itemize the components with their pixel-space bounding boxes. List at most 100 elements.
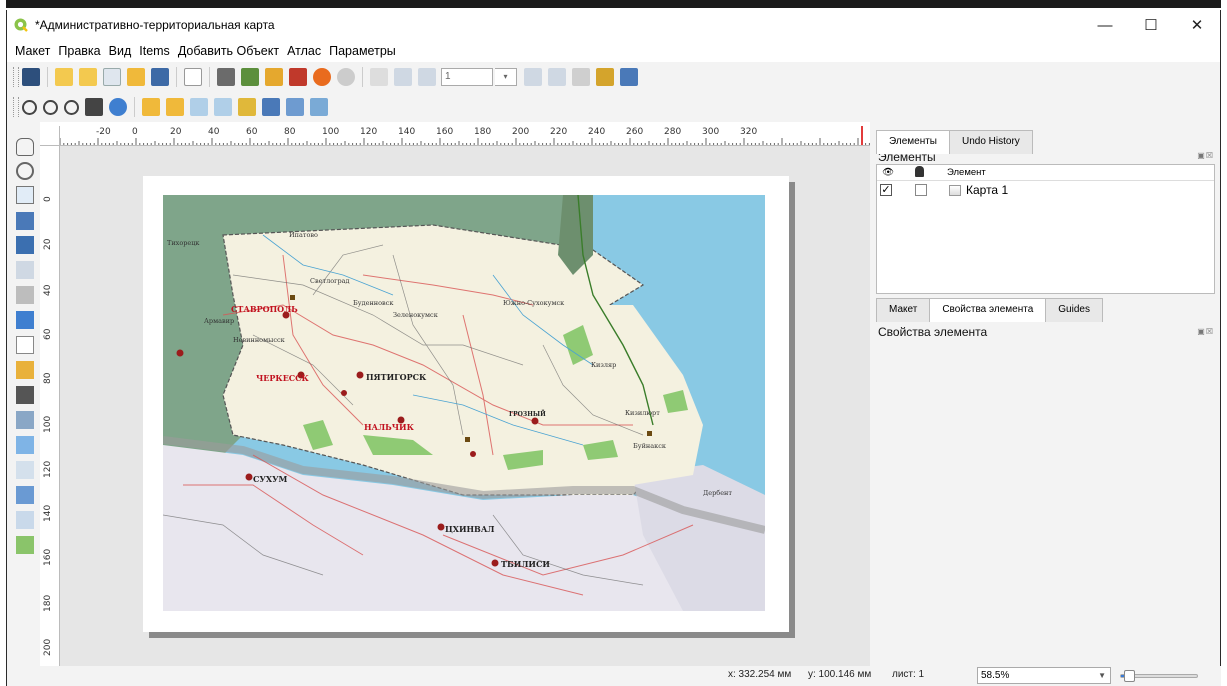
add-shape-icon[interactable] bbox=[16, 436, 34, 454]
duplicate-layout-icon[interactable] bbox=[79, 68, 97, 86]
properties-tabs: Макет Свойства элемента Guides bbox=[876, 298, 1103, 322]
tab-guides[interactable]: Guides bbox=[1045, 298, 1103, 322]
next-feature-icon[interactable] bbox=[524, 68, 542, 86]
map-label-tskhinval: ЦХИНВАЛ bbox=[445, 524, 494, 534]
layout-manager-icon[interactable] bbox=[103, 68, 121, 86]
align-center-icon[interactable] bbox=[214, 98, 232, 116]
resize-icon[interactable] bbox=[286, 98, 304, 116]
add-map-icon[interactable] bbox=[16, 261, 34, 279]
export-pdf-icon[interactable] bbox=[289, 68, 307, 86]
zoom-actual-icon[interactable] bbox=[64, 99, 79, 115]
menu-edit[interactable]: Правка bbox=[58, 44, 100, 58]
previous-feature-icon[interactable] bbox=[418, 68, 436, 86]
refresh-icon[interactable] bbox=[109, 98, 127, 116]
atlas-page-input[interactable]: 1 bbox=[441, 68, 493, 86]
map-label-stavropol: СТАВРОПОЛЬ bbox=[231, 304, 298, 314]
align-left-icon[interactable] bbox=[190, 98, 208, 116]
zoom-tool-icon[interactable] bbox=[16, 162, 34, 180]
align-top-icon[interactable] bbox=[238, 98, 256, 116]
add-polygon-icon[interactable] bbox=[16, 486, 34, 504]
title-bar: *Административно-территориальная карта —… bbox=[6, 10, 1221, 40]
new-layout-icon[interactable] bbox=[55, 68, 73, 86]
cursor-marker bbox=[861, 126, 863, 145]
chevron-down-icon[interactable]: ▼ bbox=[1098, 668, 1106, 683]
close-button[interactable]: ✕ bbox=[1174, 10, 1220, 40]
add-3d-map-icon[interactable] bbox=[16, 286, 34, 304]
zoom-full-icon[interactable] bbox=[85, 98, 103, 116]
atlas-settings-icon[interactable] bbox=[620, 68, 638, 86]
map-image: СТАВРОПОЛЬ ЧЕРКЕССК ПЯТИГОРСК НАЛЬЧИК ГР… bbox=[163, 195, 765, 611]
export-svg-icon[interactable] bbox=[265, 68, 283, 86]
menu-settings[interactable]: Параметры bbox=[329, 44, 396, 58]
layout-toolbar: 1 ▾ bbox=[6, 62, 1221, 92]
maximize-button[interactable]: ☐ bbox=[1128, 10, 1174, 40]
undo-icon[interactable] bbox=[313, 68, 331, 86]
group-icon[interactable] bbox=[310, 98, 328, 116]
cursor-x: x: 332.254 мм bbox=[728, 669, 792, 680]
menu-atlas[interactable]: Атлас bbox=[287, 44, 321, 58]
map-item-icon bbox=[949, 185, 961, 196]
raise-items-icon[interactable] bbox=[142, 98, 160, 116]
menu-view[interactable]: Вид bbox=[109, 44, 132, 58]
menu-layout[interactable]: Макет bbox=[15, 44, 50, 58]
pan-icon[interactable] bbox=[16, 138, 34, 156]
page-indicator: лист: 1 bbox=[892, 669, 925, 680]
zoom-out-icon[interactable] bbox=[43, 99, 58, 115]
select-move-icon[interactable] bbox=[16, 186, 34, 204]
last-feature-icon[interactable] bbox=[548, 68, 566, 86]
map-label-ipatovo: Ипатово bbox=[289, 231, 318, 239]
map-label-nevinnomyssk: Невинномысск bbox=[233, 336, 285, 344]
dock-controls-icon[interactable]: ▣☒ bbox=[1197, 327, 1214, 336]
map-item[interactable]: СТАВРОПОЛЬ ЧЕРКЕССК ПЯТИГОРСК НАЛЬЧИК ГР… bbox=[163, 195, 765, 611]
menu-add-item[interactable]: Добавить Объект bbox=[178, 44, 279, 58]
add-north-arrow-icon[interactable] bbox=[16, 411, 34, 429]
items-tabs: Элементы Undo History bbox=[876, 130, 1033, 154]
map-label-buynaksk: Буйнакск bbox=[633, 442, 666, 450]
zoom-in-icon[interactable] bbox=[22, 99, 37, 115]
export-atlas-icon[interactable] bbox=[596, 68, 614, 86]
add-legend-icon[interactable] bbox=[16, 361, 34, 379]
tab-items[interactable]: Элементы bbox=[876, 130, 950, 154]
minimize-button[interactable]: — bbox=[1082, 10, 1128, 40]
first-feature-icon[interactable] bbox=[394, 68, 412, 86]
dock-controls-icon[interactable]: ▣☒ bbox=[1197, 151, 1214, 160]
map-label-svetlograd: Светлоград bbox=[310, 277, 350, 285]
add-scalebar-icon[interactable] bbox=[16, 386, 34, 404]
tab-layout[interactable]: Макет bbox=[876, 298, 931, 322]
add-arrow-icon[interactable] bbox=[16, 461, 34, 479]
zoom-slider-knob[interactable] bbox=[1123, 670, 1135, 682]
toolbar-grip[interactable] bbox=[13, 97, 19, 117]
print-atlas-icon[interactable] bbox=[572, 68, 590, 86]
lock-checkbox[interactable] bbox=[915, 184, 927, 196]
properties-panel-title: Свойства элемента bbox=[878, 325, 988, 339]
items-table-header: 👁 Элемент bbox=[877, 165, 1214, 181]
lower-items-icon[interactable] bbox=[166, 98, 184, 116]
zoom-slider[interactable] bbox=[1120, 670, 1198, 682]
table-row[interactable]: ✓ Карта 1 bbox=[877, 181, 1214, 199]
vertical-ruler[interactable]: 0 20 40 60 80 100 120 140 160 180 200 bbox=[40, 146, 60, 666]
visibility-checkbox[interactable]: ✓ bbox=[880, 184, 892, 196]
distribute-icon[interactable] bbox=[262, 98, 280, 116]
save-template-icon[interactable] bbox=[151, 68, 169, 86]
items-table: 👁 Элемент ✓ Карта 1 bbox=[876, 164, 1215, 294]
chevron-down-icon[interactable]: ▾ bbox=[495, 68, 517, 86]
menu-items[interactable]: Items bbox=[139, 44, 170, 58]
save-icon[interactable] bbox=[22, 68, 40, 86]
add-label-icon[interactable] bbox=[16, 336, 34, 354]
add-table-icon[interactable] bbox=[16, 536, 34, 554]
redo-icon[interactable] bbox=[337, 68, 355, 86]
edit-nodes-icon[interactable] bbox=[16, 236, 34, 254]
add-picture-icon[interactable] bbox=[16, 311, 34, 329]
toolbar-grip[interactable] bbox=[13, 67, 19, 87]
atlas-preview-icon[interactable] bbox=[370, 68, 388, 86]
move-content-icon[interactable] bbox=[16, 212, 34, 230]
tab-item-properties[interactable]: Свойства элемента bbox=[929, 298, 1047, 322]
horizontal-ruler[interactable]: -20 0 20 40 60 80 100 120 140 160 180 20… bbox=[40, 126, 870, 146]
export-image-icon[interactable] bbox=[241, 68, 259, 86]
print-icon[interactable] bbox=[217, 68, 235, 86]
new-page-icon[interactable] bbox=[184, 68, 202, 86]
open-template-icon[interactable] bbox=[127, 68, 145, 86]
tab-undo-history[interactable]: Undo History bbox=[948, 130, 1033, 154]
zoom-combobox[interactable]: 58.5% ▼ bbox=[977, 667, 1111, 684]
add-html-icon[interactable] bbox=[16, 511, 34, 529]
